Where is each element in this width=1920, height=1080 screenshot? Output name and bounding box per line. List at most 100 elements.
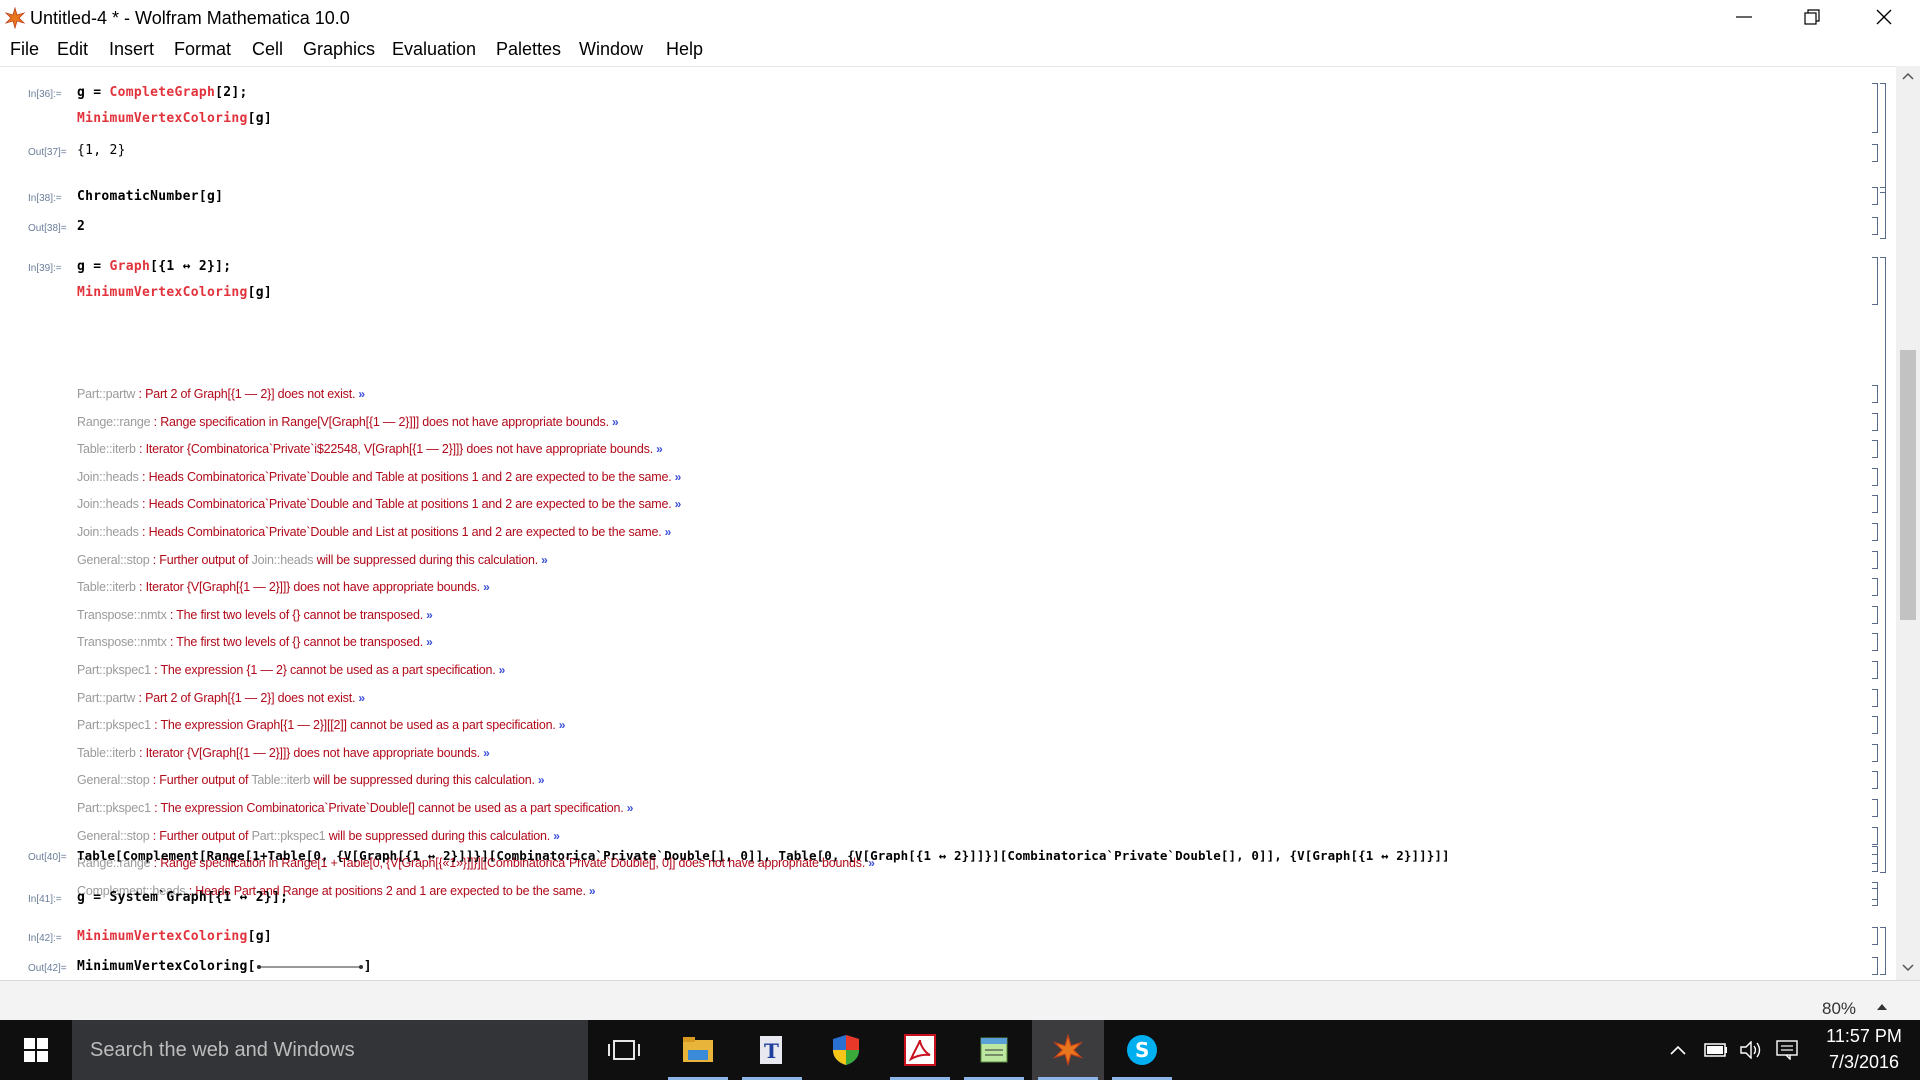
close-button[interactable] — [1850, 0, 1918, 34]
cell-bracket[interactable] — [1872, 846, 1878, 864]
show-hidden-icons-icon[interactable] — [1670, 1045, 1686, 1055]
cell-bracket[interactable] — [1872, 440, 1878, 458]
notifications-icon[interactable] — [1776, 1040, 1798, 1060]
cell-bracket[interactable] — [1872, 716, 1878, 734]
cell-bracket[interactable] — [1872, 927, 1878, 945]
file-explorer-button[interactable] — [662, 1020, 734, 1080]
message-details-icon[interactable]: » — [672, 470, 682, 484]
cell-bracket[interactable] — [1872, 606, 1878, 624]
message-line[interactable]: Join::heads : Heads Combinatorica`Privat… — [77, 470, 681, 484]
message-details-icon[interactable]: » — [624, 801, 634, 815]
message-details-icon[interactable]: » — [653, 442, 663, 456]
output-cell-out38[interactable]: 2 — [77, 219, 85, 234]
menu-palettes[interactable]: Palettes — [496, 39, 561, 60]
menu-file[interactable]: File — [10, 39, 39, 60]
message-line[interactable]: Transpose::nmtx : The first two levels o… — [77, 608, 433, 622]
skype-button[interactable]: S — [1106, 1020, 1178, 1080]
scrollbar-thumb[interactable] — [1900, 350, 1916, 620]
input-cell-in39-line1[interactable]: g = Graph[{1 ↔ 2}]; — [77, 259, 231, 274]
cell-bracket[interactable] — [1872, 689, 1878, 707]
output-cell-out37[interactable]: {1, 2} — [77, 143, 126, 158]
cell-bracket[interactable] — [1872, 799, 1878, 817]
clock-time[interactable]: 11:57 PM — [1814, 1026, 1914, 1047]
message-line[interactable]: Part::partw : Part 2 of Graph[{1 — 2}] d… — [77, 387, 365, 401]
output-cell-out40[interactable]: Table[Complement[Range[1+Table[0, {V[Gra… — [77, 848, 1450, 863]
cell-bracket[interactable] — [1872, 827, 1878, 845]
menu-insert[interactable]: Insert — [109, 39, 154, 60]
maximize-button[interactable] — [1778, 0, 1846, 34]
cell-bracket[interactable] — [1872, 523, 1878, 541]
input-cell-in38[interactable]: ChromaticNumber[g] — [77, 189, 223, 204]
cell-group-bracket[interactable] — [1880, 927, 1886, 975]
input-cell-in42[interactable]: MinimumVertexColoring[g] — [77, 929, 272, 944]
cell-bracket[interactable] — [1872, 187, 1878, 205]
zoom-up-icon[interactable] — [1876, 1003, 1888, 1011]
message-line[interactable]: Table::iterb : Iterator {Combinatorica`P… — [77, 442, 663, 456]
message-line[interactable]: Part::pkspec1 : The expression {1 — 2} c… — [77, 663, 505, 677]
message-line[interactable]: General::stop : Further output of Table:… — [77, 773, 545, 787]
start-button[interactable] — [0, 1020, 72, 1080]
taskbar-search[interactable]: Search the web and Windows — [72, 1020, 588, 1080]
menu-window[interactable]: Window — [579, 39, 643, 60]
cell-bracket[interactable] — [1872, 257, 1878, 305]
cell-bracket[interactable] — [1872, 217, 1878, 235]
message-details-icon[interactable]: » — [423, 608, 433, 622]
menu-edit[interactable]: Edit — [57, 39, 88, 60]
scroll-up-icon[interactable] — [1902, 72, 1914, 80]
message-line[interactable]: Table::iterb : Iterator {V[Graph[{1 — 2}… — [77, 580, 490, 594]
cell-group-bracket[interactable] — [1880, 257, 1886, 873]
notepad-button[interactable] — [958, 1020, 1030, 1080]
volume-icon[interactable] — [1740, 1041, 1762, 1059]
message-line[interactable]: Join::heads : Heads Combinatorica`Privat… — [77, 525, 671, 539]
cell-bracket[interactable] — [1872, 744, 1878, 762]
message-details-icon[interactable]: » — [535, 773, 545, 787]
task-view-button[interactable] — [588, 1020, 660, 1080]
menu-cell[interactable]: Cell — [252, 39, 283, 60]
input-cell-in39-line2[interactable]: MinimumVertexColoring[g] — [77, 285, 272, 300]
message-line[interactable]: Transpose::nmtx : The first two levels o… — [77, 635, 433, 649]
vertical-scrollbar[interactable] — [1896, 66, 1920, 980]
cell-bracket[interactable] — [1872, 888, 1878, 906]
input-cell-in36-line2[interactable]: MinimumVertexColoring[g] — [77, 111, 272, 126]
cell-bracket[interactable] — [1872, 83, 1878, 133]
message-details-icon[interactable]: » — [480, 580, 490, 594]
cell-bracket[interactable] — [1872, 633, 1878, 651]
cell-bracket[interactable] — [1872, 551, 1878, 569]
cell-bracket[interactable] — [1872, 468, 1878, 486]
battery-icon[interactable] — [1704, 1041, 1728, 1059]
input-cell-in36-line1[interactable]: g = CompleteGraph[2]; — [77, 85, 248, 100]
message-details-icon[interactable]: » — [480, 746, 490, 760]
message-line[interactable]: Part::partw : Part 2 of Graph[{1 — 2}] d… — [77, 691, 365, 705]
message-line[interactable]: General::stop : Further output of Part::… — [77, 829, 560, 843]
message-line[interactable]: Join::heads : Heads Combinatorica`Privat… — [77, 497, 681, 511]
message-details-icon[interactable]: » — [495, 663, 506, 677]
acrobat-button[interactable] — [884, 1020, 956, 1080]
message-details-icon[interactable]: » — [609, 415, 619, 429]
menu-format[interactable]: Format — [174, 39, 231, 60]
typora-button[interactable]: T — [736, 1020, 808, 1080]
message-line[interactable]: General::stop : Further output of Join::… — [77, 553, 548, 567]
cell-group-bracket[interactable] — [1880, 187, 1886, 239]
input-cell-in41[interactable]: g = System`Graph[{1 ↔ 2}]; — [77, 890, 288, 905]
cell-bracket[interactable] — [1872, 495, 1878, 513]
message-details-icon[interactable]: » — [538, 553, 548, 567]
cell-bracket[interactable] — [1872, 771, 1878, 789]
cell-bracket[interactable] — [1872, 578, 1878, 596]
cell-bracket[interactable] — [1872, 144, 1878, 162]
message-details-icon[interactable]: » — [662, 525, 672, 539]
message-details-icon[interactable]: » — [550, 829, 560, 843]
scroll-down-icon[interactable] — [1902, 964, 1914, 972]
message-details-icon[interactable]: » — [556, 718, 566, 732]
message-details-icon[interactable]: » — [355, 387, 365, 401]
message-line[interactable]: Part::pkspec1 : The expression Combinato… — [77, 801, 633, 815]
cell-bracket[interactable] — [1872, 957, 1878, 975]
message-details-icon[interactable]: » — [355, 691, 365, 705]
cell-group-bracket[interactable] — [1880, 83, 1886, 193]
clock-date[interactable]: 7/3/2016 — [1814, 1052, 1914, 1073]
message-details-icon[interactable]: » — [423, 635, 433, 649]
notebook[interactable]: In[36]:= g = CompleteGraph[2]; MinimumVe… — [0, 66, 1896, 980]
mathematica-taskbar-button[interactable] — [1032, 1020, 1104, 1080]
cell-bracket[interactable] — [1872, 413, 1878, 431]
minimize-button[interactable] — [1710, 0, 1778, 34]
output-cell-out42[interactable]: MinimumVertexColoring[] — [77, 959, 372, 974]
